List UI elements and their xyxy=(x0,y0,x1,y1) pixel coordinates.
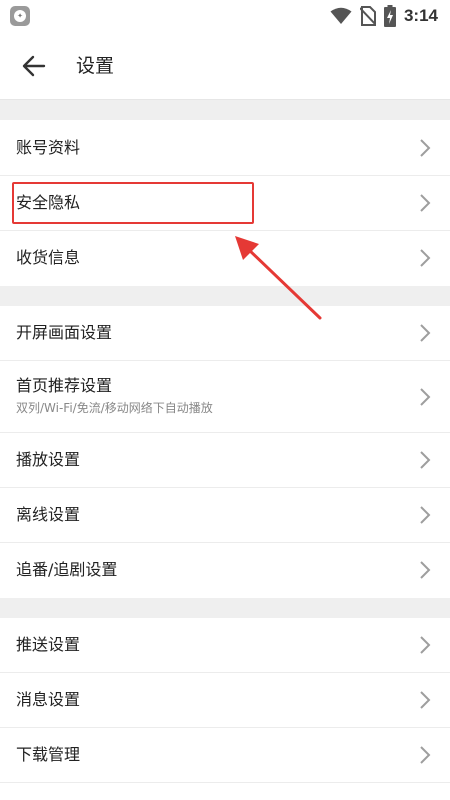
settings-item-label: 首页推荐设置 xyxy=(16,376,113,395)
divider xyxy=(0,782,450,783)
settings-item-messages[interactable]: 消息设置 xyxy=(0,673,450,728)
no-sim-icon xyxy=(359,6,376,26)
chevron-right-icon xyxy=(420,636,431,654)
chevron-right-icon xyxy=(420,506,431,524)
settings-item-push[interactable]: 推送设置 xyxy=(0,618,450,673)
settings-item-home-recommend[interactable]: 首页推荐设置 双列/Wi-Fi/免流/移动网络下自动播放 xyxy=(0,361,450,433)
status-time: 3:14 xyxy=(403,6,438,25)
chevron-right-icon xyxy=(420,451,431,469)
highlight-box xyxy=(12,182,254,224)
red-arrow-annotation xyxy=(235,236,322,320)
chevron-right-icon xyxy=(420,388,431,406)
settings-item-playback[interactable]: 播放设置 xyxy=(0,433,450,488)
app-notification-icon: ✦ xyxy=(10,6,30,26)
section-gap xyxy=(0,598,450,618)
settings-item-label: 离线设置 xyxy=(16,505,81,524)
chevron-right-icon xyxy=(420,691,431,709)
arrow-left-icon[interactable] xyxy=(20,52,48,80)
settings-item-label: 下载管理 xyxy=(16,745,81,764)
chevron-right-icon xyxy=(420,324,431,342)
settings-item-downloads[interactable]: 下载管理 xyxy=(0,728,450,783)
settings-item-label: 开屏画面设置 xyxy=(16,323,113,342)
settings-item-label: 播放设置 xyxy=(16,450,81,469)
chevron-right-icon xyxy=(420,194,431,212)
settings-item-follow-series[interactable]: 追番/追剧设置 xyxy=(0,543,450,598)
page-title: 设置 xyxy=(76,55,115,77)
settings-item-label: 推送设置 xyxy=(16,635,81,654)
app-header: 设置 xyxy=(0,32,450,100)
settings-item-account-profile[interactable]: 账号资料 xyxy=(0,120,450,176)
chevron-right-icon xyxy=(420,746,431,764)
status-bar: ✦ 3:14 xyxy=(0,0,450,32)
wifi-icon xyxy=(330,7,352,24)
settings-item-label: 消息设置 xyxy=(16,690,81,709)
settings-item-subtitle: 双列/Wi-Fi/免流/移动网络下自动播放 xyxy=(16,401,213,415)
chevron-right-icon xyxy=(420,249,431,267)
battery-charging-icon xyxy=(383,5,396,27)
settings-item-label: 收货信息 xyxy=(16,248,81,267)
settings-item-label: 账号资料 xyxy=(16,138,81,157)
chevron-right-icon xyxy=(420,139,431,157)
settings-item-label: 追番/追剧设置 xyxy=(16,560,118,579)
section-gap xyxy=(0,100,450,120)
chevron-right-icon xyxy=(420,561,431,579)
settings-item-offline[interactable]: 离线设置 xyxy=(0,488,450,543)
